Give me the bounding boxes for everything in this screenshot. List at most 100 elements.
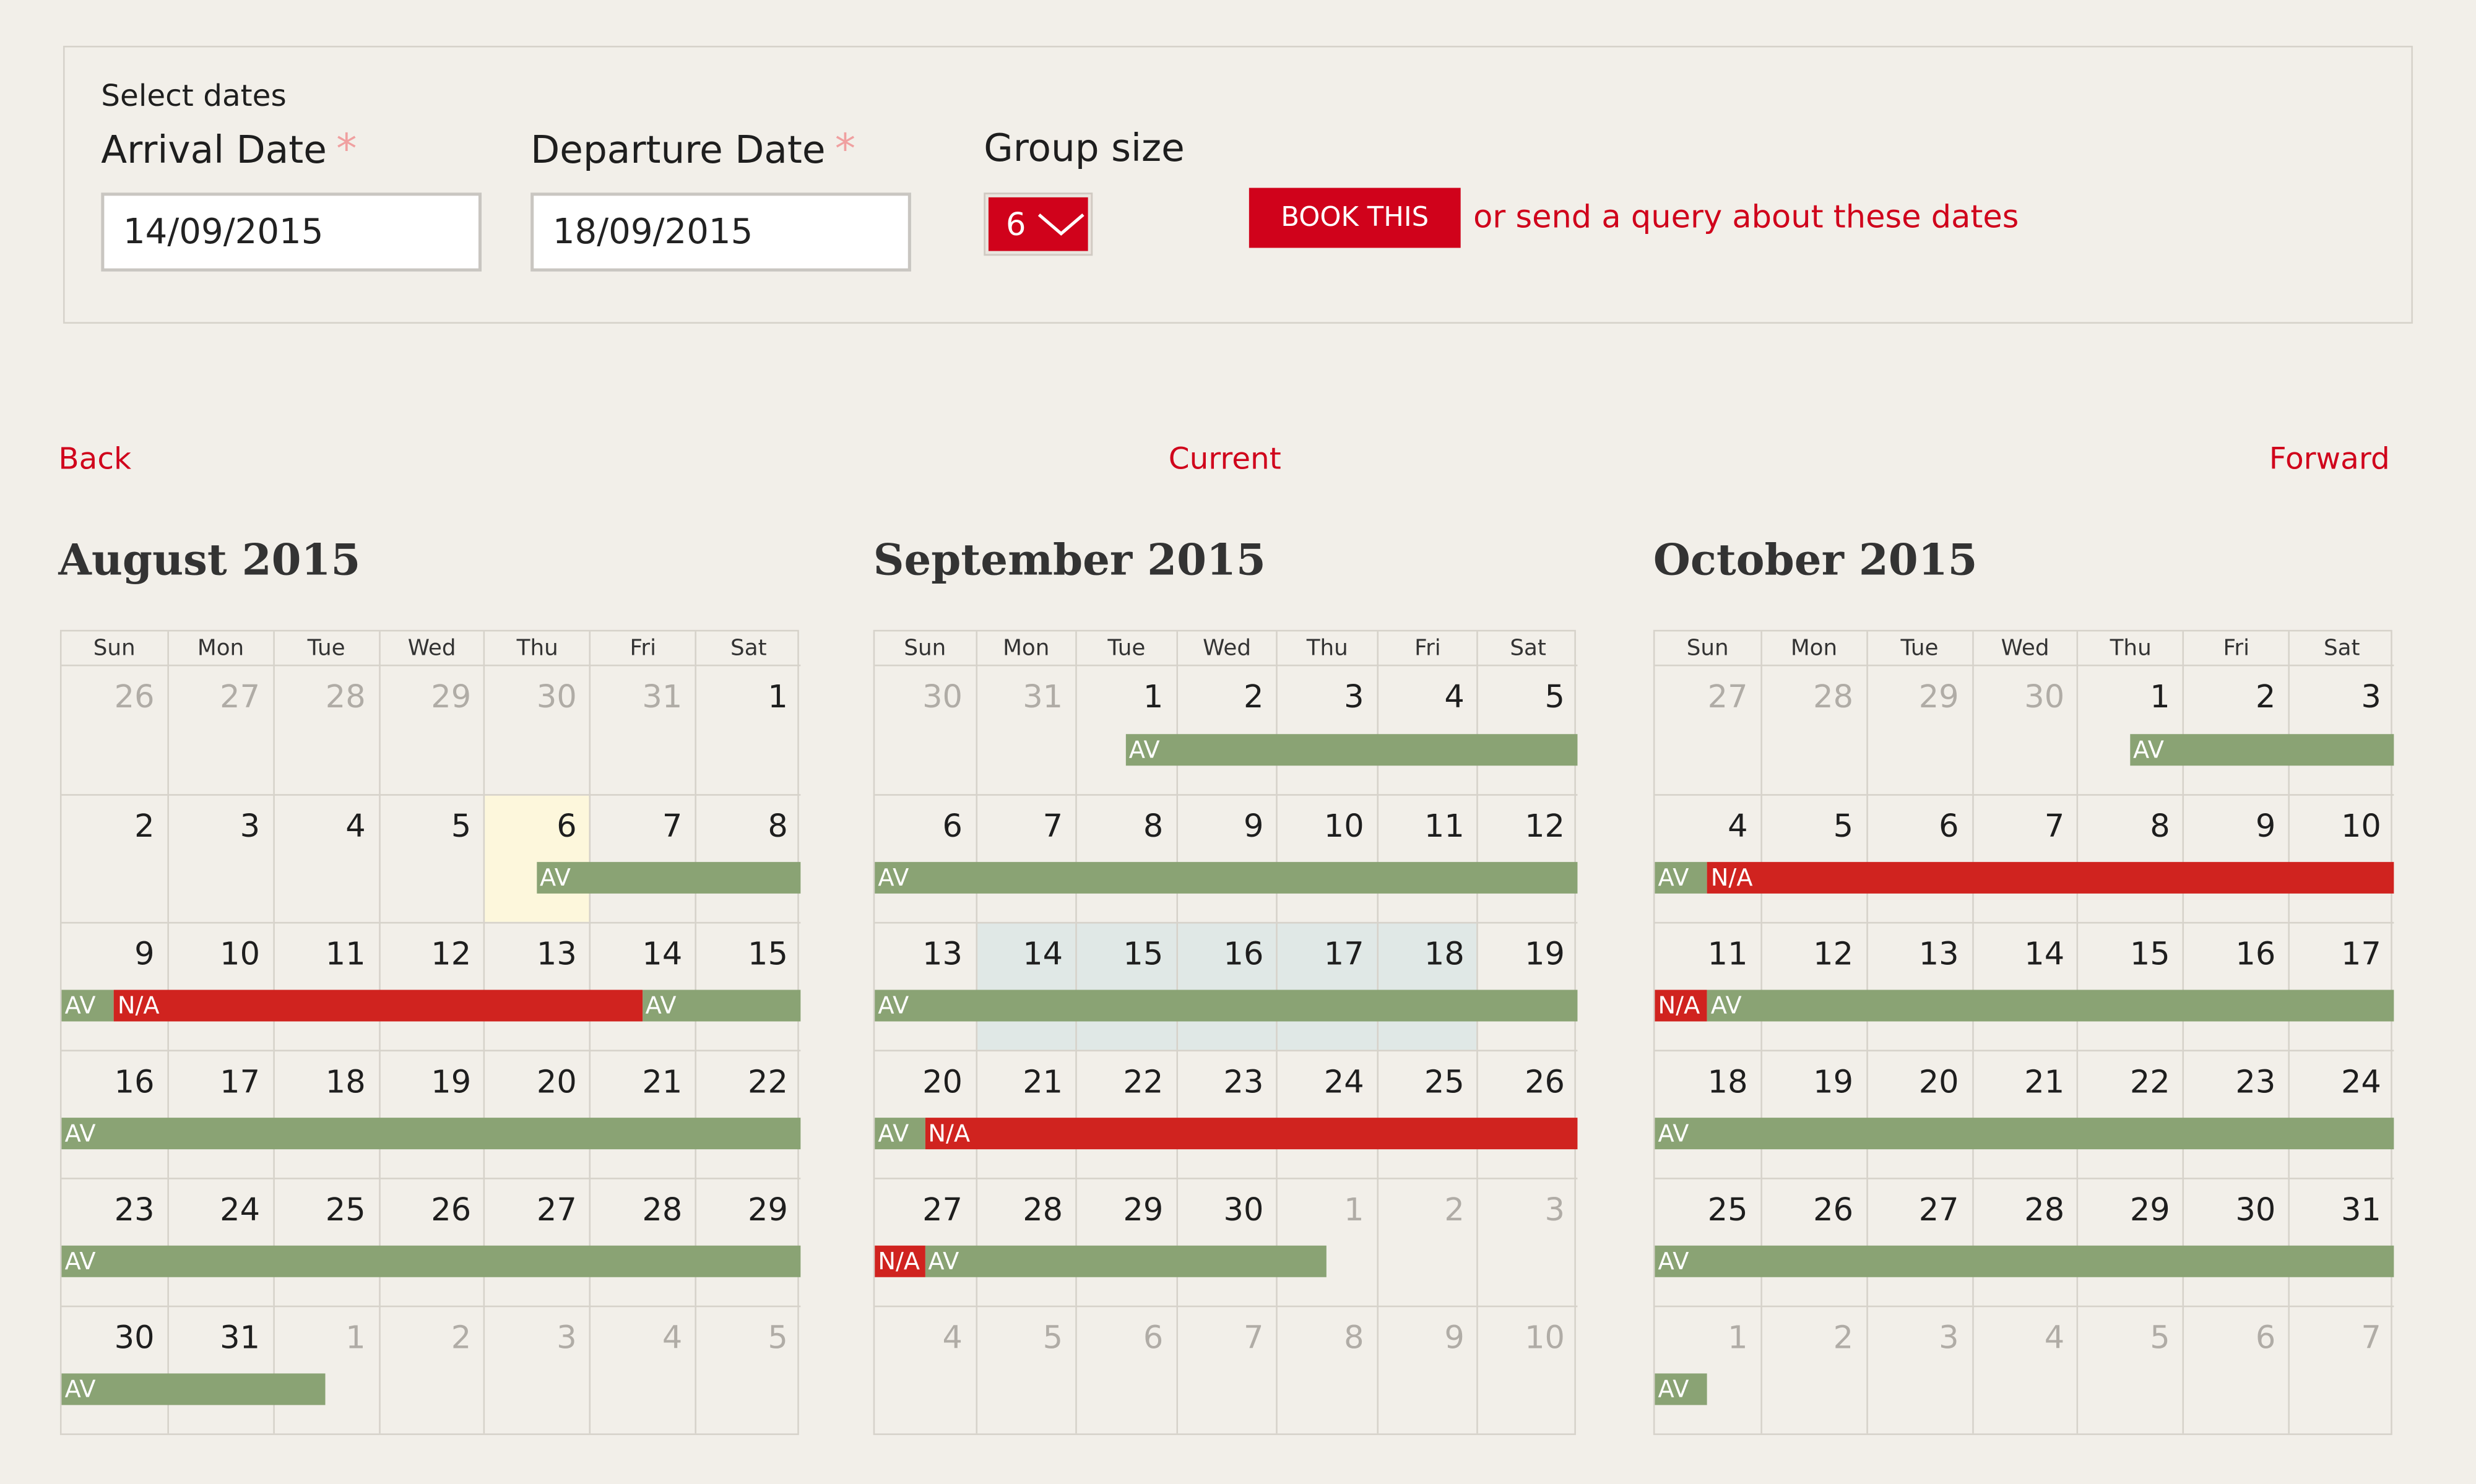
calendar-day-cell[interactable]: 17 xyxy=(2288,921,2394,1050)
calendar-day-cell[interactable]: 22 xyxy=(695,1050,801,1178)
calendar-day-cell[interactable]: 12 xyxy=(1477,794,1578,922)
calendar-day-cell[interactable]: 22 xyxy=(2077,1050,2183,1178)
calendar-day-cell[interactable]: 20 xyxy=(875,1050,976,1178)
calendar-day-cell[interactable]: 20 xyxy=(483,1050,590,1178)
calendar-day-cell[interactable]: 16 xyxy=(61,1050,168,1178)
calendar-day-cell[interactable]: 26 xyxy=(1477,1050,1578,1178)
departure-date-input[interactable] xyxy=(530,192,911,272)
calendar-day-cell[interactable]: 28 xyxy=(1972,1178,2077,1306)
calendar-day-cell[interactable]: 29 xyxy=(1075,1178,1176,1306)
calendar-day-cell[interactable]: 17 xyxy=(1276,921,1377,1050)
calendar-day-cell[interactable]: 26 xyxy=(378,1178,484,1306)
calendar-day-cell[interactable]: 1 xyxy=(1276,1178,1377,1306)
calendar-day-cell[interactable]: 4 xyxy=(1655,794,1760,922)
back-link[interactable]: Back xyxy=(58,442,131,477)
calendar-day-cell[interactable]: 4 xyxy=(1972,1305,2077,1434)
calendar-day-cell[interactable]: 26 xyxy=(1760,1178,1866,1306)
calendar-day-cell[interactable]: 13 xyxy=(875,921,976,1050)
calendar-day-cell[interactable]: 16 xyxy=(1175,921,1276,1050)
calendar-day-cell[interactable]: 24 xyxy=(2288,1050,2394,1178)
calendar-day-cell[interactable]: 12 xyxy=(1760,921,1866,1050)
calendar-day-cell[interactable]: 3 xyxy=(2288,666,2394,795)
calendar-day-cell[interactable]: 2 xyxy=(1760,1305,1866,1434)
calendar-day-cell[interactable]: 27 xyxy=(483,1178,590,1306)
calendar-day-cell[interactable]: 5 xyxy=(695,1305,801,1434)
calendar-day-cell[interactable]: 15 xyxy=(1075,921,1176,1050)
calendar-day-cell[interactable]: 2 xyxy=(378,1305,484,1434)
calendar-day-cell[interactable]: 29 xyxy=(378,666,484,795)
calendar-day-cell[interactable]: 28 xyxy=(1760,666,1866,795)
calendar-day-cell[interactable]: 6 xyxy=(875,794,976,922)
calendar-day-cell[interactable]: 7 xyxy=(2288,1305,2394,1434)
calendar-day-cell[interactable]: 4 xyxy=(272,794,379,922)
calendar-day-cell[interactable]: 2 xyxy=(1377,1178,1478,1306)
calendar-day-cell[interactable]: 6 xyxy=(2183,1305,2288,1434)
calendar-day-cell[interactable]: 7 xyxy=(975,794,1076,922)
calendar-day-cell[interactable]: 9 xyxy=(1175,794,1276,922)
calendar-day-cell[interactable]: 13 xyxy=(1866,921,1972,1050)
calendar-day-cell[interactable]: 1 xyxy=(1075,666,1176,795)
calendar-day-cell[interactable]: 27 xyxy=(167,666,273,795)
calendar-day-cell[interactable]: 15 xyxy=(695,921,801,1050)
calendar-day-cell[interactable]: 30 xyxy=(875,667,975,795)
calendar-day-cell[interactable]: 18 xyxy=(1377,921,1478,1050)
calendar-day-cell[interactable]: 25 xyxy=(272,1178,379,1306)
calendar-day-cell[interactable]: 12 xyxy=(378,921,484,1050)
calendar-day-cell[interactable]: 29 xyxy=(1866,666,1972,795)
calendar-day-cell[interactable]: 1 xyxy=(2077,666,2183,795)
calendar-day-cell[interactable]: 27 xyxy=(875,1178,976,1306)
calendar-day-cell[interactable]: 31 xyxy=(975,666,1075,795)
calendar-day-cell[interactable]: 1 xyxy=(272,1305,379,1434)
current-link[interactable]: Current xyxy=(1169,442,1281,477)
calendar-day-cell[interactable]: 21 xyxy=(1972,1050,2077,1178)
calendar-day-cell[interactable]: 28 xyxy=(272,666,379,795)
calendar-day-cell[interactable]: 6 xyxy=(483,794,590,922)
calendar-day-cell[interactable]: 2 xyxy=(2183,666,2288,795)
calendar-day-cell[interactable]: 9 xyxy=(2183,794,2288,922)
calendar-day-cell[interactable]: 29 xyxy=(695,1178,801,1306)
calendar-day-cell[interactable]: 4 xyxy=(589,1305,695,1434)
calendar-day-cell[interactable]: 6 xyxy=(1075,1305,1176,1434)
calendar-day-cell[interactable]: 1 xyxy=(695,666,801,795)
calendar-day-cell[interactable]: 6 xyxy=(1866,794,1972,922)
calendar-day-cell[interactable]: 14 xyxy=(1972,921,2077,1050)
calendar-day-cell[interactable]: 8 xyxy=(695,794,801,922)
calendar-day-cell[interactable]: 7 xyxy=(589,794,695,922)
calendar-day-cell[interactable]: 17 xyxy=(167,1050,273,1178)
calendar-day-cell[interactable]: 11 xyxy=(1655,921,1760,1050)
send-query-link[interactable]: or send a query about these dates xyxy=(1473,197,2019,235)
calendar-day-cell[interactable]: 31 xyxy=(589,666,695,795)
calendar-day-cell[interactable]: 1 xyxy=(1655,1305,1760,1434)
group-size-select[interactable]: 6 xyxy=(984,192,1093,256)
calendar-day-cell[interactable]: 13 xyxy=(483,921,590,1050)
calendar-day-cell[interactable]: 3 xyxy=(1276,666,1377,795)
calendar-day-cell[interactable]: 11 xyxy=(272,921,379,1050)
calendar-day-cell[interactable]: 3 xyxy=(1477,1178,1578,1306)
calendar-day-cell[interactable]: 3 xyxy=(483,1305,590,1434)
calendar-day-cell[interactable]: 9 xyxy=(1377,1305,1478,1434)
calendar-day-cell[interactable]: 28 xyxy=(589,1178,695,1306)
calendar-day-cell[interactable]: 16 xyxy=(2183,921,2288,1050)
calendar-day-cell[interactable]: 30 xyxy=(2183,1178,2288,1306)
calendar-day-cell[interactable]: 3 xyxy=(167,794,273,922)
calendar-day-cell[interactable]: 18 xyxy=(1655,1050,1760,1178)
calendar-day-cell[interactable]: 5 xyxy=(1477,666,1577,795)
calendar-day-cell[interactable]: 9 xyxy=(61,921,168,1050)
calendar-day-cell[interactable]: 27 xyxy=(1655,667,1760,795)
calendar-day-cell[interactable]: 4 xyxy=(1377,666,1477,795)
calendar-day-cell[interactable]: 5 xyxy=(378,794,484,922)
calendar-day-cell[interactable]: 26 xyxy=(61,667,167,795)
arrival-date-input[interactable] xyxy=(101,192,482,272)
calendar-day-cell[interactable]: 11 xyxy=(1377,794,1478,922)
calendar-day-cell[interactable]: 31 xyxy=(2288,1178,2394,1306)
calendar-day-cell[interactable]: 24 xyxy=(1276,1050,1377,1178)
calendar-day-cell[interactable]: 21 xyxy=(975,1050,1076,1178)
calendar-day-cell[interactable]: 19 xyxy=(1760,1050,1866,1178)
calendar-day-cell[interactable]: 30 xyxy=(61,1305,168,1434)
forward-link[interactable]: Forward xyxy=(2269,442,2390,477)
calendar-day-cell[interactable]: 5 xyxy=(975,1305,1076,1434)
calendar-day-cell[interactable]: 20 xyxy=(1866,1050,1972,1178)
calendar-day-cell[interactable]: 28 xyxy=(975,1178,1076,1306)
calendar-day-cell[interactable]: 27 xyxy=(1866,1178,1972,1306)
calendar-day-cell[interactable]: 15 xyxy=(2077,921,2183,1050)
